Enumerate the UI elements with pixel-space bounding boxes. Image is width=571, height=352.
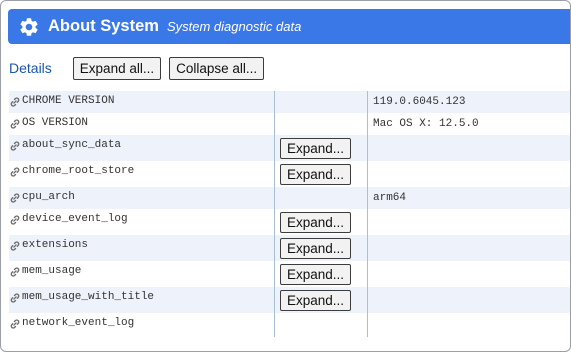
row-name-cell: mem_usage: [9, 261, 274, 287]
expand-button[interactable]: Expand...: [280, 290, 352, 311]
row-button-cell: [274, 113, 367, 135]
row-name-label: CHROME VERSION: [22, 95, 115, 107]
row-button-cell: Expand...: [274, 209, 367, 235]
details-table: CHROME VERSION 119.0.6045.123 OS VERSION Ma…: [9, 91, 570, 337]
link-icon[interactable]: [9, 96, 21, 108]
row-name-label: cpu_arch: [22, 191, 75, 203]
expand-button[interactable]: Expand...: [280, 212, 352, 233]
row-button-cell: Expand...: [274, 135, 367, 161]
row-name-label: network_event_log: [22, 317, 135, 329]
row-name-label: OS VERSION: [22, 117, 89, 129]
expand-button[interactable]: Expand...: [280, 238, 352, 259]
table-row: about_sync_data Expand...: [9, 135, 570, 161]
row-name-cell: extensions: [9, 235, 274, 261]
link-icon[interactable]: [9, 214, 21, 226]
row-value-cell: [367, 287, 570, 313]
link-icon[interactable]: [9, 292, 21, 304]
table-row: mem_usage_with_title Expand...: [9, 287, 570, 313]
row-value-cell: arm64: [373, 192, 407, 204]
table-row: network_event_log: [9, 313, 570, 337]
row-name-cell: mem_usage_with_title: [9, 287, 274, 313]
row-button-cell: Expand...: [274, 161, 367, 187]
row-name-cell: network_event_log: [9, 313, 274, 337]
expand-button[interactable]: Expand...: [280, 164, 352, 185]
row-button-cell: Expand...: [274, 287, 367, 313]
row-name-label: extensions: [22, 239, 89, 251]
link-icon[interactable]: [9, 192, 21, 204]
toolbar: Details Expand all... Collapse all...: [9, 56, 265, 80]
link-icon[interactable]: [9, 318, 21, 330]
table-row: cpu_arch arm64: [9, 187, 570, 209]
details-label: Details: [9, 60, 52, 76]
column-divider: [274, 91, 275, 337]
row-value-cell: [367, 135, 570, 161]
row-name-label: device_event_log: [22, 213, 128, 225]
row-name-label: chrome_root_store: [22, 165, 135, 177]
link-icon[interactable]: [9, 266, 21, 278]
row-value-cell: 119.0.6045.123: [373, 96, 466, 108]
column-divider: [367, 91, 368, 337]
link-icon[interactable]: [9, 166, 21, 178]
expand-all-button[interactable]: Expand all...: [72, 56, 162, 80]
row-value-cell: [367, 313, 570, 337]
link-icon[interactable]: [9, 118, 21, 130]
table-row: chrome_root_store Expand...: [9, 161, 570, 187]
table-row: device_event_log Expand...: [9, 209, 570, 235]
row-button-cell: [274, 313, 367, 337]
table-row: extensions Expand...: [9, 235, 570, 261]
table-row: mem_usage Expand...: [9, 261, 570, 287]
row-button-cell: [274, 187, 367, 209]
row-name-cell: cpu_arch: [9, 187, 274, 209]
collapse-all-button[interactable]: Collapse all...: [169, 56, 265, 80]
row-value-cell: [367, 209, 570, 235]
link-icon[interactable]: [9, 140, 21, 152]
row-name-cell: CHROME VERSION: [9, 91, 274, 113]
row-name-cell: device_event_log: [9, 209, 274, 235]
link-icon[interactable]: [9, 240, 21, 252]
table-row: CHROME VERSION 119.0.6045.123: [9, 91, 570, 113]
row-name-label: mem_usage: [22, 265, 82, 277]
row-button-cell: Expand...: [274, 261, 367, 287]
row-value-cell: [367, 261, 570, 287]
expand-button[interactable]: Expand...: [280, 264, 352, 285]
table-row: OS VERSION Mac OS X: 12.5.0: [9, 113, 570, 135]
row-value-cell: Mac OS X: 12.5.0: [373, 118, 479, 130]
expand-button[interactable]: Expand...: [280, 138, 352, 159]
row-name-label: mem_usage_with_title: [22, 291, 155, 303]
row-value-cell: [367, 235, 570, 261]
page-title: About System: [48, 17, 159, 35]
page-header: About System System diagnostic data: [8, 9, 570, 44]
about-system-window: About System System diagnostic data Deta…: [0, 0, 571, 352]
row-button-cell: [274, 91, 367, 113]
page-subtitle: System diagnostic data: [166, 19, 302, 34]
row-name-label: about_sync_data: [22, 139, 122, 151]
row-button-cell: Expand...: [274, 235, 367, 261]
row-name-cell: about_sync_data: [9, 135, 274, 161]
row-value-cell: [367, 161, 570, 187]
row-name-cell: OS VERSION: [9, 113, 274, 135]
gear-icon: [18, 16, 40, 38]
row-name-cell: chrome_root_store: [9, 161, 274, 187]
